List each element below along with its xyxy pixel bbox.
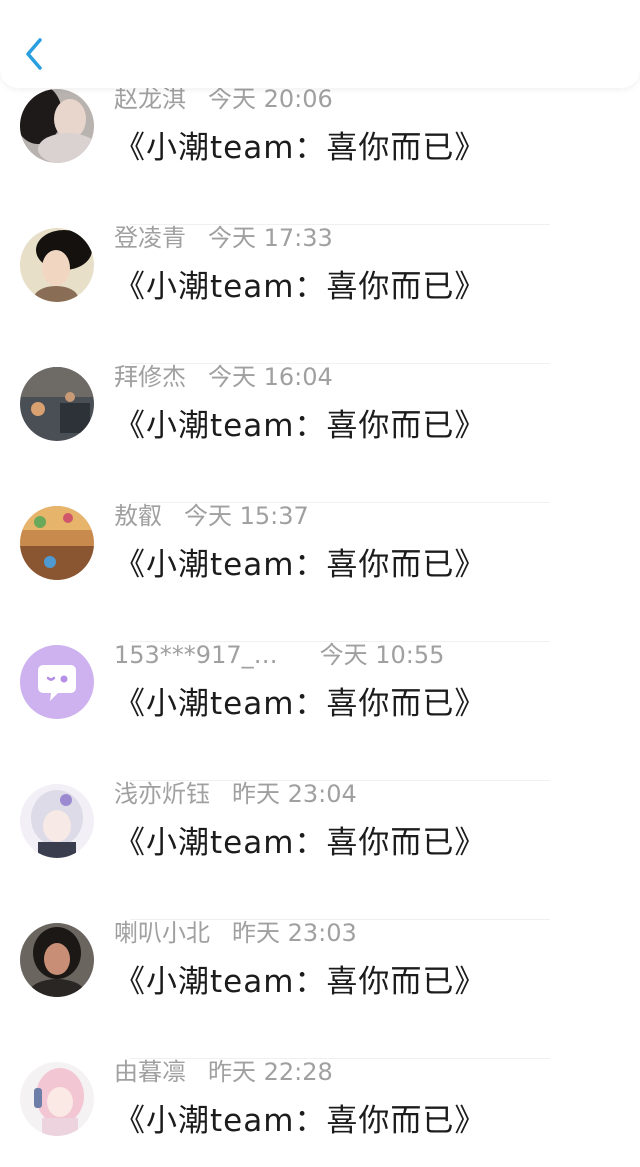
message-meta: 敖叡 今天 15:37 [114,503,309,529]
message-time: 今天 17:33 [208,224,333,252]
message-text: 《小潮team：喜你而已》 [114,547,487,583]
list-item[interactable]: 浅亦炘钰 昨天 23:04 《小潮team：喜你而已》 [0,781,640,920]
sender-name: 赵龙淇 [114,85,186,113]
avatar[interactable] [20,1062,94,1136]
message-time: 今天 10:55 [319,641,445,669]
avatar[interactable] [20,89,94,163]
message-meta: 153***917_… 今天 10:55 [114,642,444,668]
message-meta: 喇叭小北 昨天 23:03 [114,920,357,946]
message-time: 昨天 23:04 [232,780,357,808]
sender-name: 登凌青 [114,224,186,252]
list-item[interactable]: 登凌青 今天 17:33 《小潮team：喜你而已》 [0,225,640,364]
avatar[interactable] [20,784,94,858]
message-meta: 由暮凛 昨天 22:28 [114,1059,333,1085]
avatar[interactable] [20,923,94,997]
back-button[interactable] [20,34,50,74]
top-bar [0,0,640,88]
message-text: 《小潮team：喜你而已》 [114,269,487,305]
message-time: 昨天 22:28 [208,1058,333,1086]
sender-name: 喇叭小北 [114,919,210,947]
message-meta: 赵龙淇 今天 20:06 [114,86,333,112]
message-meta: 拜修杰 今天 16:04 [114,364,333,390]
list-item[interactable]: 153***917_… 今天 10:55 《小潮team：喜你而已》 [0,642,640,781]
message-time: 今天 15:37 [184,502,309,530]
avatar[interactable] [20,367,94,441]
list-item[interactable]: 由暮凛 昨天 22:28 《小潮team：喜你而已》 [0,1059,640,1167]
chat-bubble-icon [20,645,94,719]
list-item[interactable]: 赵龙淇 今天 20:06 《小潮team：喜你而已》 [0,86,640,225]
avatar[interactable] [20,506,94,580]
message-text: 《小潮team：喜你而已》 [114,686,487,722]
message-text: 《小潮team：喜你而已》 [114,408,487,444]
message-meta: 浅亦炘钰 昨天 23:04 [114,781,357,807]
message-list-page: 赵龙淇 今天 20:06 《小潮team：喜你而已》 登凌青 今天 17:33 《小… [0,0,640,1167]
message-text: 《小潮team：喜你而已》 [114,964,487,1000]
sender-name: 由暮凛 [114,1058,186,1086]
list-item[interactable]: 敖叡 今天 15:37 《小潮team：喜你而已》 [0,503,640,642]
chevron-left-icon [26,38,42,70]
sender-name: 153***917_… [114,641,278,669]
avatar[interactable] [20,228,94,302]
message-text: 《小潮team：喜你而已》 [114,130,487,166]
message-text: 《小潮team：喜你而已》 [114,825,487,861]
avatar[interactable] [20,645,94,719]
list-item[interactable]: 喇叭小北 昨天 23:03 《小潮team：喜你而已》 [0,920,640,1059]
sender-name: 敖叡 [114,502,162,530]
message-time: 今天 16:04 [208,363,333,391]
message-list: 赵龙淇 今天 20:06 《小潮team：喜你而已》 登凌青 今天 17:33 《小… [0,86,640,1167]
message-text: 《小潮team：喜你而已》 [114,1103,487,1139]
list-item[interactable]: 拜修杰 今天 16:04 《小潮team：喜你而已》 [0,364,640,503]
message-meta: 登凌青 今天 17:33 [114,225,333,251]
sender-name: 拜修杰 [114,363,186,391]
message-time: 今天 20:06 [208,85,333,113]
sender-name: 浅亦炘钰 [114,780,210,808]
message-time: 昨天 23:03 [232,919,357,947]
